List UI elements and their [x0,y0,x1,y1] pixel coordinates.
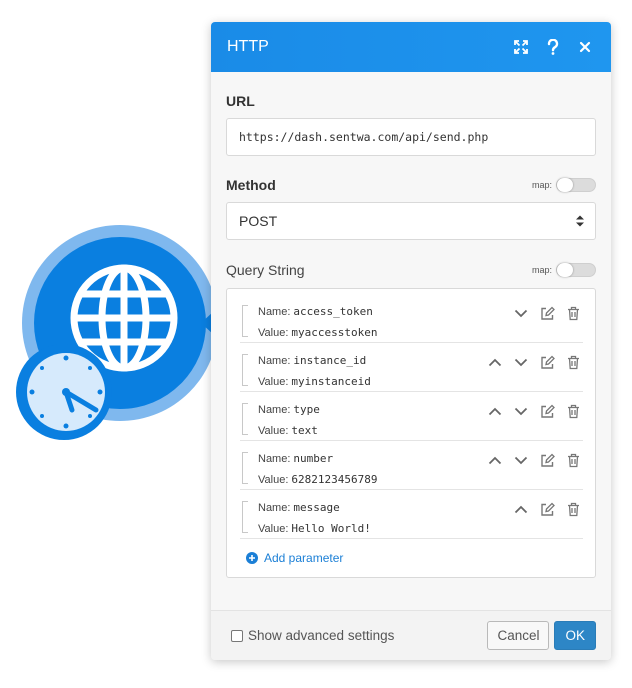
trash-icon[interactable] [563,450,583,470]
param-name: message [293,501,340,514]
query-map-toggle[interactable]: map: [532,263,596,277]
query-param-row: Name: number Value: 6282123456789 [240,442,583,490]
param-name-line: Name: access_token [258,305,373,318]
map-switch[interactable] [556,263,596,277]
param-value-line: Value: Hello World! [258,522,371,535]
param-bracket [242,501,248,533]
url-input[interactable] [226,118,596,156]
map-label: map: [531,180,552,190]
chevron-down-icon[interactable] [511,303,531,323]
param-name: number [293,452,334,465]
advanced-settings-checkbox[interactable]: Show advanced settings [231,628,487,643]
dialog-footer: Show advanced settings Cancel OK [211,610,611,660]
dialog-body: URL Method map: POST Query String map: [211,72,611,578]
query-param-row: Name: access_token Value: myaccesstoken [240,295,583,343]
query-string-label: Query String [226,262,305,278]
method-selected-value: POST [239,213,278,229]
clock-icon [16,344,112,440]
method-label-row: Method map: [226,177,596,193]
param-value-line: Value: myinstanceid [258,375,371,388]
param-bracket [242,403,248,435]
query-param-row: Name: instance_id Value: myinstanceid [240,344,583,392]
param-actions [485,352,583,372]
value-key: Value: [258,376,289,388]
add-parameter-label: Add parameter [264,551,344,565]
checkbox-box[interactable] [231,629,243,642]
param-bracket [242,452,248,484]
name-key: Name: [258,502,291,514]
param-value: myaccesstoken [291,326,378,339]
param-name-line: Name: instance_id [258,354,366,367]
name-key: Name: [258,306,291,318]
expand-icon[interactable] [511,37,531,57]
name-key: Name: [258,453,291,465]
value-key: Value: [258,523,289,535]
method-map-toggle[interactable]: map: [532,178,596,192]
query-param-row: Name: message Value: Hello World! [240,491,583,539]
param-name: instance_id [293,354,367,367]
chevron-up-icon[interactable] [485,401,505,421]
trash-icon[interactable] [563,352,583,372]
param-actions [485,401,583,421]
param-bracket [242,305,248,337]
chevron-up-icon[interactable] [485,450,505,470]
param-name: type [293,403,320,416]
chevron-up-icon[interactable] [511,499,531,519]
name-key: Name: [258,355,291,367]
query-label-row: Query String map: [226,262,596,278]
method-label: Method [226,177,276,193]
map-label: map: [531,265,552,275]
param-bracket [242,354,248,386]
param-value-line: Value: 6282123456789 [258,473,377,486]
query-string-list: Name: access_token Value: myaccesstoken Na… [226,288,596,578]
value-key: Value: [258,327,289,339]
param-actions [485,450,583,470]
name-key: Name: [258,404,291,416]
edit-icon[interactable] [537,303,557,323]
chevron-down-icon[interactable] [511,401,531,421]
method-select[interactable]: POST [226,202,596,240]
value-key: Value: [258,425,289,437]
ok-button[interactable]: OK [554,621,596,650]
param-actions [511,499,583,519]
edit-icon[interactable] [537,499,557,519]
dialog-title: HTTP [227,38,269,55]
param-name: access_token [293,305,373,318]
param-value-line: Value: text [258,424,318,437]
param-value: Hello World! [291,522,371,535]
param-name-line: Name: number [258,452,333,465]
param-value: myinstanceid [291,375,371,388]
select-caret-icon [576,215,584,227]
trash-icon[interactable] [563,401,583,421]
edit-icon[interactable] [537,401,557,421]
param-value-line: Value: myaccesstoken [258,326,377,339]
help-icon[interactable] [543,37,563,57]
chevron-up-icon[interactable] [485,352,505,372]
plus-circle-icon [246,552,258,564]
trash-icon[interactable] [563,499,583,519]
param-name-line: Name: type [258,403,320,416]
http-module-dialog: HTTP URL Method map: POST Query Str [211,22,611,660]
param-value: text [291,424,318,437]
query-param-row: Name: type Value: text [240,393,583,441]
dialog-header: HTTP [211,22,611,72]
param-value: 6282123456789 [291,473,378,486]
param-name-line: Name: message [258,501,340,514]
cancel-button[interactable]: Cancel [487,621,550,650]
edit-icon[interactable] [537,450,557,470]
action-spacer [485,303,505,323]
add-parameter-link[interactable]: Add parameter [246,551,343,565]
edit-icon[interactable] [537,352,557,372]
value-key: Value: [258,474,289,486]
url-label: URL [226,93,255,109]
advanced-settings-label: Show advanced settings [248,628,395,643]
trash-icon[interactable] [563,303,583,323]
chevron-down-icon[interactable] [511,450,531,470]
map-switch[interactable] [556,178,596,192]
param-actions [485,303,583,323]
chevron-down-icon[interactable] [511,352,531,372]
close-icon[interactable] [575,37,595,57]
